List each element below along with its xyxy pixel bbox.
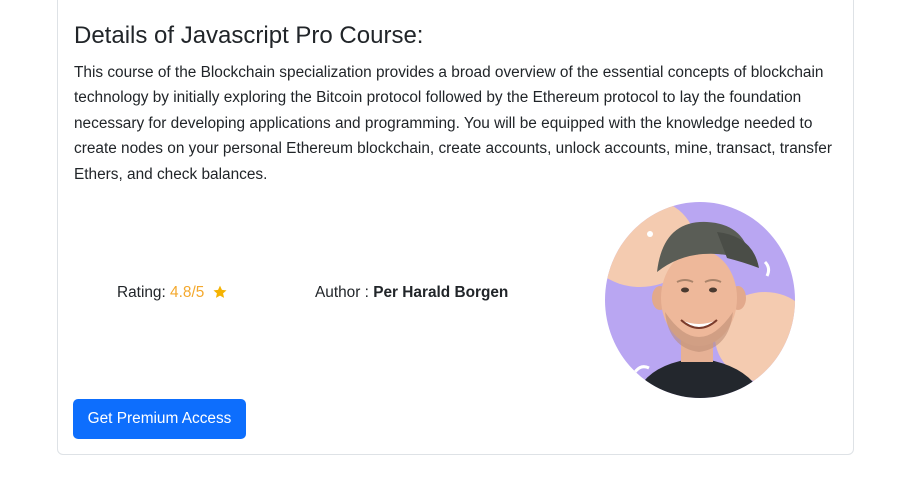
- author-avatar: [605, 202, 795, 398]
- course-description: This course of the Blockchain specializa…: [74, 64, 832, 183]
- rating-value: 4.8/5: [170, 284, 205, 301]
- course-title: Details of Javascript Pro Course:: [74, 22, 424, 49]
- course-author: Author : Per Harald Borgen: [315, 283, 508, 303]
- course-rating: Rating: 4.8/5: [117, 283, 228, 303]
- author-name: Per Harald Borgen: [373, 284, 509, 301]
- star-icon: [213, 285, 227, 298]
- rating-label: Rating:: [117, 284, 171, 301]
- get-premium-access-button[interactable]: Get Premium Access: [73, 399, 246, 439]
- author-label: Author :: [315, 284, 374, 301]
